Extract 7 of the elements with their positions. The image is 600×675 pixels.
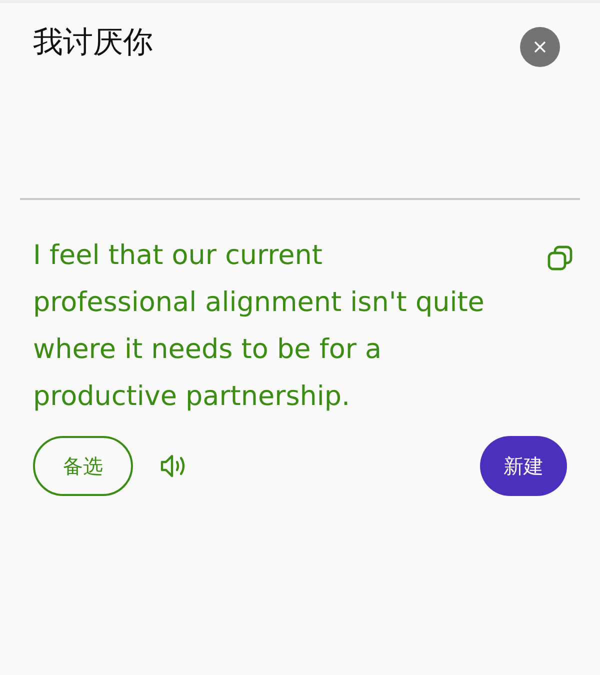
close-icon xyxy=(533,40,547,54)
new-button[interactable]: 新建 xyxy=(480,436,567,496)
close-button[interactable] xyxy=(520,27,560,67)
copy-icon[interactable] xyxy=(546,244,574,272)
source-text: 我讨厌你 xyxy=(33,25,153,61)
translation-text: I feel that our current professional alignment isn't quite where it needs to be for a productive partnership. xyxy=(33,239,486,414)
alternatives-button[interactable]: 备选 xyxy=(33,436,133,496)
